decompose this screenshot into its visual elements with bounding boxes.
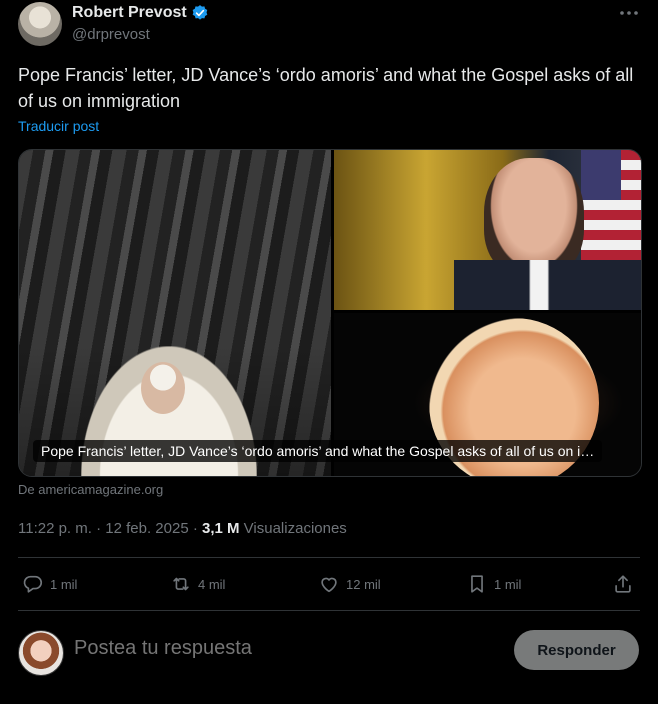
bookmark-button[interactable]: 1 mil [466, 573, 521, 595]
card-image-statue-pope [19, 150, 331, 476]
heart-icon [321, 577, 337, 593]
reply-button[interactable]: 1 mil [22, 573, 77, 595]
verified-badge-icon [192, 5, 207, 20]
more-options-icon[interactable] [618, 6, 640, 20]
action-bar: 1 mil 4 mil 12 mil 1 mil [18, 558, 640, 610]
card-source[interactable]: De americamagazine.org [18, 482, 163, 497]
repost-count: 4 mil [198, 576, 226, 592]
like-button[interactable]: 12 mil [318, 573, 381, 595]
share-button[interactable] [612, 573, 634, 595]
tweet-text: Pope Francis’ letter, JD Vance’s ‘ordo a… [18, 65, 634, 111]
flag-graphic [581, 150, 641, 270]
reply-submit-button[interactable]: Responder [514, 630, 639, 670]
author-handle[interactable]: @drprevost [72, 26, 150, 43]
views-count: 3,1 M [202, 520, 240, 537]
pope-head [141, 362, 185, 414]
tweet-meta: 11:22 p. m. · 12 feb. 2025 · 3,1 M Visua… [18, 520, 347, 537]
reply-count: 1 mil [50, 576, 78, 592]
repost-button[interactable]: 4 mil [170, 573, 225, 595]
vance-suit [454, 260, 641, 310]
bookmark-count: 1 mil [494, 576, 522, 592]
repost-icon [173, 577, 189, 591]
current-user-avatar[interactable] [18, 630, 64, 676]
author-avatar[interactable] [18, 2, 62, 46]
translate-post-link[interactable]: Traducir post [18, 118, 99, 134]
card-image-vance [334, 150, 641, 310]
link-preview-card[interactable]: Pope Francis’ letter, JD Vance’s ‘ordo a… [18, 149, 642, 477]
views-label: Visualizaciones [239, 520, 347, 537]
reply-input[interactable] [72, 636, 496, 661]
share-icon [615, 575, 631, 593]
card-caption: Pope Francis’ letter, JD Vance’s ‘ordo a… [33, 440, 603, 462]
reply-icon [23, 575, 43, 593]
author-name-row: Robert Prevost [72, 4, 209, 22]
author-name[interactable]: Robert Prevost [72, 4, 187, 22]
like-count: 12 mil [346, 576, 381, 592]
bookmark-icon [471, 575, 483, 593]
tweet-timestamp[interactable]: 11:22 p. m. · 12 feb. 2025 · [18, 520, 202, 537]
divider-bottom [18, 610, 640, 611]
